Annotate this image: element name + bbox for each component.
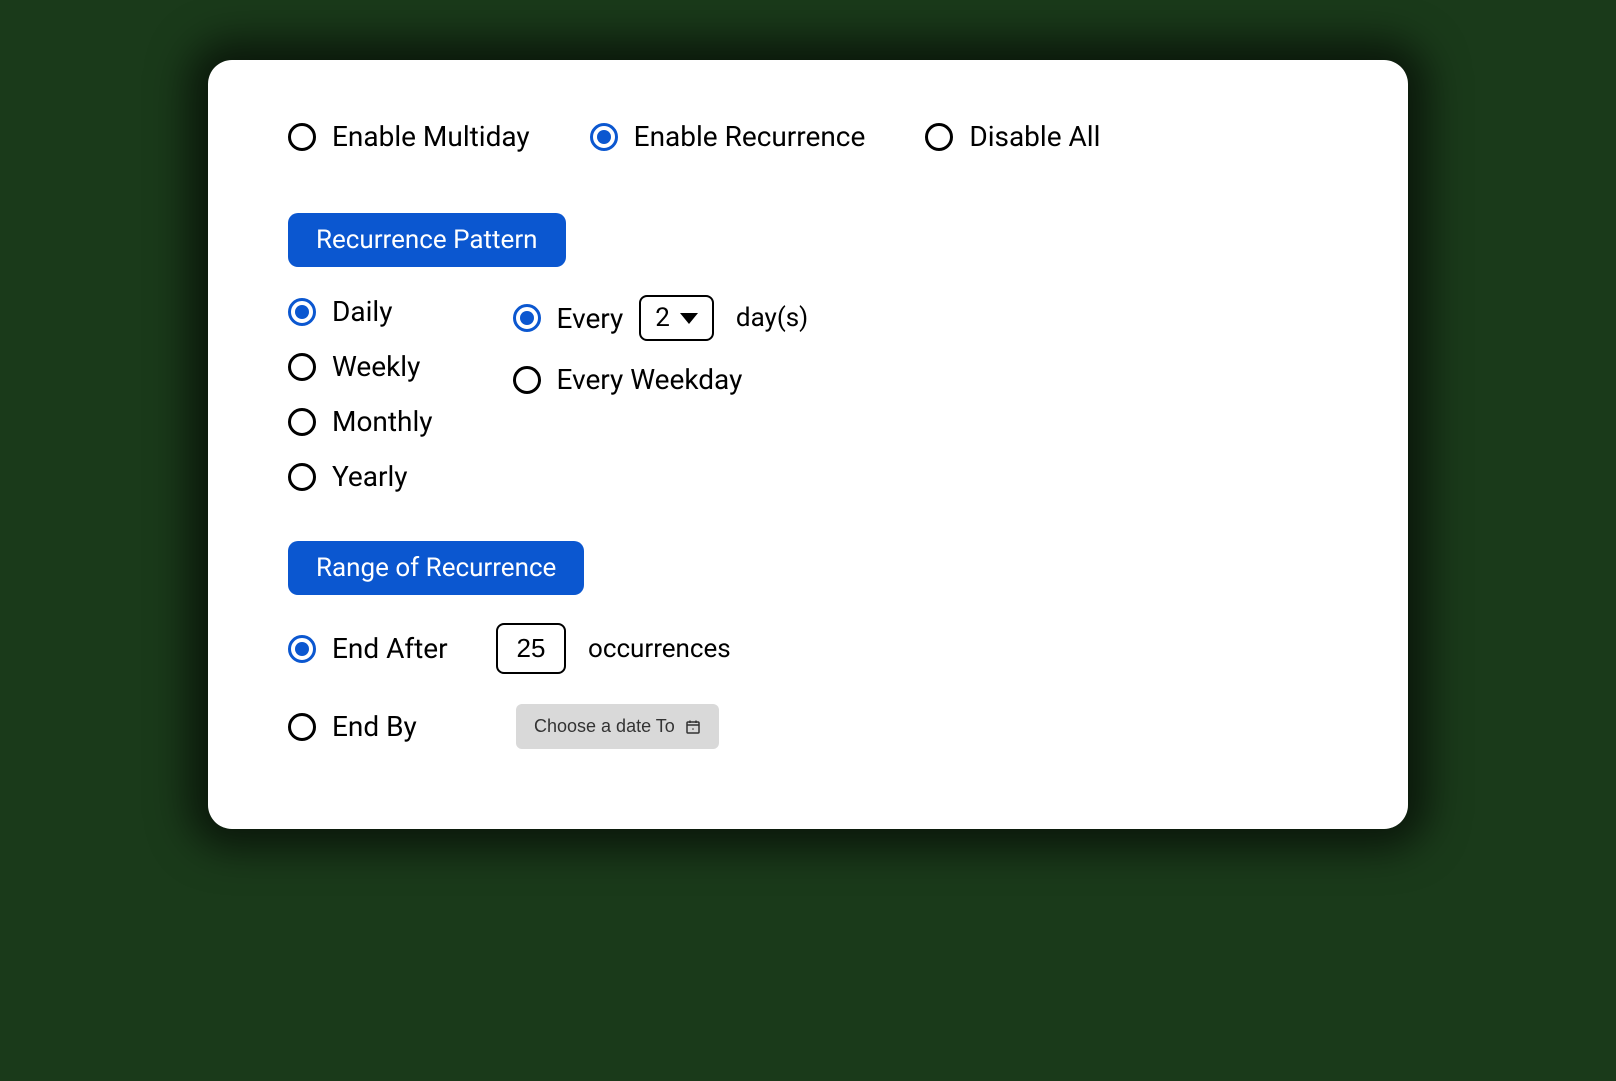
disable-all-label: Disable All — [969, 120, 1100, 153]
end-by-label: End By — [332, 710, 472, 743]
enable-multiday-label: Enable Multiday — [332, 120, 530, 153]
radio-icon — [590, 123, 618, 151]
every-n-radio[interactable]: Every — [513, 302, 624, 335]
weekly-radio[interactable]: Weekly — [288, 350, 433, 383]
frequency-radio-group: Daily Weekly Monthly Yearly — [288, 295, 433, 493]
end-after-radio[interactable]: End After — [288, 632, 472, 665]
every-weekday-label: Every Weekday — [557, 363, 743, 396]
end-by-radio[interactable]: End By — [288, 710, 472, 743]
yearly-label: Yearly — [332, 460, 408, 493]
enable-recurrence-radio[interactable]: Enable Recurrence — [590, 120, 866, 153]
weekly-label: Weekly — [332, 350, 420, 383]
radio-icon — [288, 635, 316, 663]
calendar-icon — [685, 719, 701, 735]
recurrence-pattern-header: Recurrence Pattern — [288, 213, 566, 267]
radio-icon — [288, 713, 316, 741]
radio-icon — [288, 353, 316, 381]
days-suffix: day(s) — [736, 303, 808, 333]
end-after-row: End After occurrences — [288, 623, 1328, 674]
end-after-label: End After — [332, 632, 472, 665]
radio-icon — [288, 408, 316, 436]
pattern-grid: Daily Weekly Monthly Yearly — [288, 295, 1328, 493]
occurrences-input[interactable] — [496, 623, 566, 674]
end-by-date-picker[interactable]: Choose a date To — [516, 704, 719, 749]
radio-icon — [288, 463, 316, 491]
every-weekday-radio[interactable]: Every Weekday — [513, 363, 809, 396]
every-n-days-row: Every 2 day(s) — [513, 295, 809, 341]
mode-radio-group: Enable Multiday Enable Recurrence Disabl… — [288, 120, 1328, 153]
radio-icon — [288, 298, 316, 326]
radio-icon — [513, 366, 541, 394]
enable-recurrence-label: Enable Recurrence — [634, 120, 866, 153]
monthly-label: Monthly — [332, 405, 433, 438]
radio-icon — [513, 304, 541, 332]
daily-radio[interactable]: Daily — [288, 295, 433, 328]
enable-multiday-radio[interactable]: Enable Multiday — [288, 120, 530, 153]
interval-count-value: 2 — [655, 303, 670, 333]
occurrences-suffix: occurrences — [588, 634, 731, 664]
disable-all-radio[interactable]: Disable All — [925, 120, 1100, 153]
end-by-row: End By Choose a date To — [288, 704, 1328, 749]
radio-icon — [925, 123, 953, 151]
recurrence-pattern-section: Recurrence Pattern Daily Weekly Monthly — [288, 213, 1328, 493]
interval-radio-group: Every 2 day(s) Every Weekday — [513, 295, 809, 493]
monthly-radio[interactable]: Monthly — [288, 405, 433, 438]
range-header: Range of Recurrence — [288, 541, 584, 595]
daily-label: Daily — [332, 295, 392, 328]
interval-count-dropdown[interactable]: 2 — [639, 295, 714, 341]
range-radio-group: End After occurrences End By Choose a da… — [288, 623, 1328, 749]
every-label: Every — [557, 302, 624, 335]
date-picker-placeholder: Choose a date To — [534, 716, 675, 737]
radio-icon — [288, 123, 316, 151]
range-of-recurrence-section: Range of Recurrence End After occurrence… — [288, 541, 1328, 749]
chevron-down-icon — [680, 313, 698, 324]
yearly-radio[interactable]: Yearly — [288, 460, 433, 493]
recurrence-settings-card: Enable Multiday Enable Recurrence Disabl… — [208, 60, 1408, 829]
